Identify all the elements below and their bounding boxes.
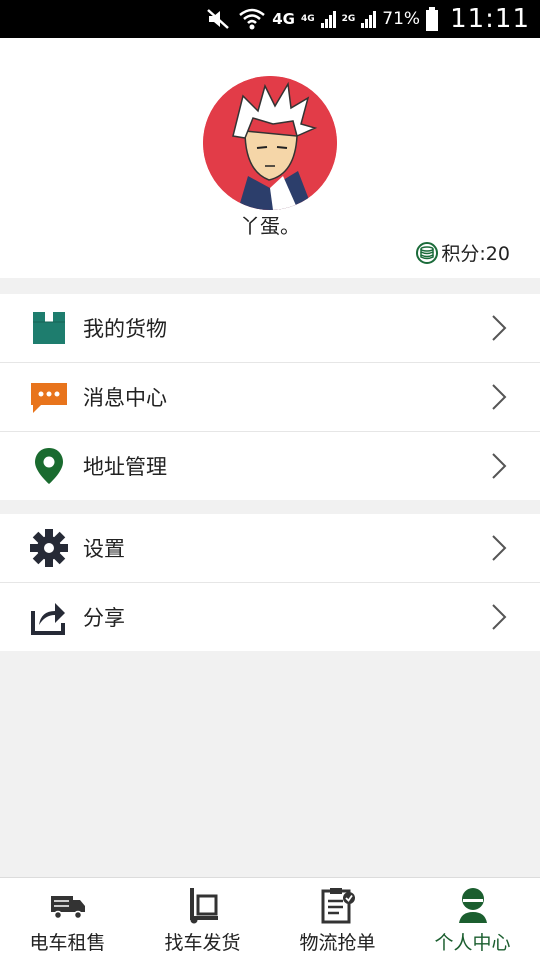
tab-logistics-orders[interactable]: 物流抢单 [270,878,405,961]
menu-item-share[interactable]: 分享 [0,583,540,651]
tab-label: 物流抢单 [299,932,376,954]
menu-label: 消息中心 [83,386,167,410]
tab-label: 个人中心 [434,932,511,954]
clock: 11:11 [450,4,530,34]
chevron-right-icon [492,604,507,630]
avatar[interactable] [203,76,337,210]
network-type: 4G [272,10,295,28]
tab-personal-center[interactable]: 个人中心 [405,878,540,961]
menu-item-settings[interactable]: 设置 [0,514,540,583]
chevron-right-icon [492,535,507,561]
chevron-right-icon [492,384,507,410]
menu-item-my-goods[interactable]: 我的货物 [0,294,540,363]
signal-icon [320,10,336,28]
menu-label: 设置 [83,537,125,561]
tab-label: 找车发货 [164,932,241,954]
points-display: 积分:20 [416,239,510,266]
wifi-icon [239,8,266,30]
menu-item-address[interactable]: 地址管理 [0,432,540,500]
chevron-right-icon [492,453,507,479]
truck-icon [50,896,85,920]
menu-label: 分享 [83,606,125,630]
sim1-type: 4G [300,14,315,24]
menu-group-main: 我的货物 消息中心 地址管理 [0,294,540,500]
package-icon [33,312,65,344]
status-bar: 4G 4G 2G 71% 11:11 [0,0,540,38]
battery-icon [426,7,439,31]
sim2-type: 2G [341,14,356,24]
battery-percent: 71% [382,9,421,29]
bottom-nav: 电车租售 找车发货 物流抢单 个人中心 [0,877,540,961]
chevron-right-icon [492,315,507,341]
tab-label: 电车租售 [29,932,106,954]
tab-ev-rental[interactable]: 电车租售 [0,878,135,961]
message-icon [31,383,67,413]
menu-item-messages[interactable]: 消息中心 [0,363,540,432]
mute-icon [207,9,230,29]
signal-icon [361,10,377,28]
gear-icon [30,529,68,567]
tab-find-vehicle[interactable]: 找车发货 [135,878,270,961]
location-pin-icon [35,448,63,484]
username: 丫蛋。 [240,214,300,238]
clipboard-icon [321,888,355,924]
menu-label: 我的货物 [83,317,167,341]
menu-group-settings: 设置 分享 [0,514,540,651]
hand-truck-icon [189,888,218,924]
points-label: 积分:20 [441,243,510,265]
coin-icon [416,241,439,264]
person-icon [458,888,487,923]
menu-label: 地址管理 [83,455,167,479]
share-icon [31,603,65,635]
profile-header: 丫蛋。 积分:20 [0,38,540,278]
